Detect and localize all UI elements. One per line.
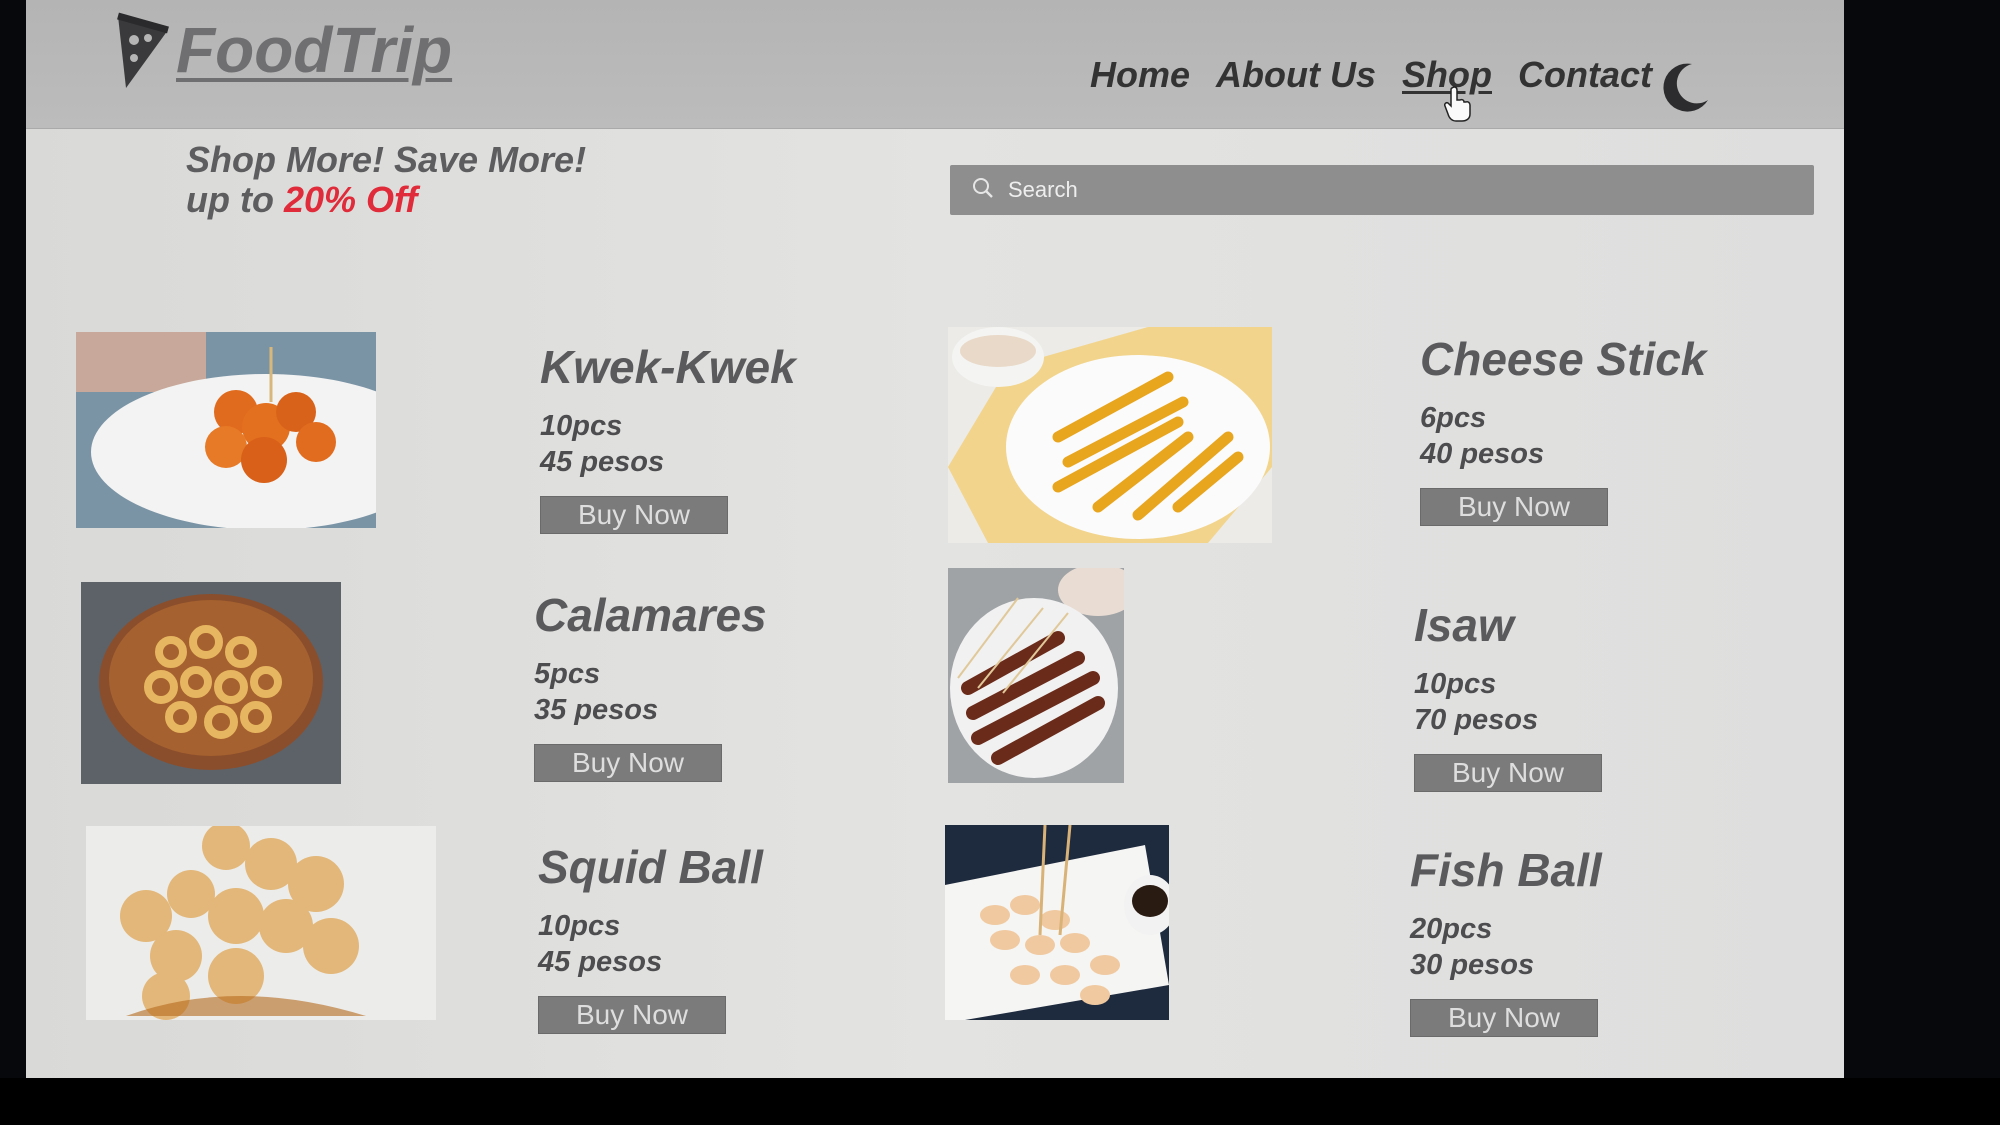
product-qty: 10pcs — [538, 910, 621, 942]
buy-now-button[interactable]: Buy Now — [1410, 999, 1598, 1037]
product-price: 35 pesos — [534, 694, 659, 726]
buy-now-button[interactable]: Buy Now — [538, 996, 726, 1034]
screen-bezel — [0, 1078, 2000, 1125]
product-qty: 10pcs — [1414, 668, 1497, 700]
product-card-squid-ball: Squid Ball 10pcs 45 pesos Buy Now — [538, 840, 763, 1034]
product-qty: 6pcs — [1420, 402, 1487, 434]
search-input[interactable] — [1006, 176, 1770, 204]
cheese-stick-image — [948, 327, 1272, 543]
search-icon — [972, 177, 994, 204]
product-name: Calamares — [534, 589, 767, 641]
buy-now-button[interactable]: Buy Now — [1420, 488, 1608, 526]
search-bar — [950, 165, 1814, 215]
product-price: 30 pesos — [1410, 949, 1535, 981]
promo-subline: up to 20% Off — [186, 180, 586, 220]
brand-name: FoodTrip — [176, 14, 453, 86]
product-qty: 20pcs — [1410, 913, 1493, 945]
buy-now-button[interactable]: Buy Now — [540, 496, 728, 534]
nav-about-us[interactable]: About Us — [1216, 54, 1376, 96]
promo-headline: Shop More! Save More! — [186, 139, 587, 180]
nav-contact[interactable]: Contact — [1518, 54, 1652, 96]
product-price: 70 pesos — [1414, 704, 1539, 736]
buy-now-button[interactable]: Buy Now — [1414, 754, 1602, 792]
nav-home[interactable]: Home — [1090, 54, 1190, 96]
product-name: Cheese Stick — [1420, 333, 1707, 385]
pizza-slice-icon — [114, 10, 172, 90]
product-name: Squid Ball — [538, 841, 763, 893]
browser-viewport: FoodTrip Home About Us Shop Contact Shop… — [26, 0, 1844, 1078]
product-price: 40 pesos — [1420, 438, 1545, 470]
product-card-fish-ball: Fish Ball 20pcs 30 pesos Buy Now — [1410, 843, 1602, 1037]
fish-ball-image — [945, 825, 1169, 1020]
product-qty: 5pcs — [534, 658, 601, 690]
squid-ball-image — [86, 826, 436, 1020]
product-card-isaw: Isaw 10pcs 70 pesos Buy Now — [1414, 598, 1602, 792]
promo-discount: 20% Off — [283, 179, 418, 220]
promo-prefix: up to — [186, 179, 274, 220]
navbar: FoodTrip Home About Us Shop Contact — [26, 0, 1844, 129]
product-name: Kwek-Kwek — [540, 341, 796, 393]
promo-banner: Shop More! Save More! up to 20% Off — [186, 140, 586, 220]
isaw-image — [948, 568, 1124, 783]
product-name: Isaw — [1414, 599, 1514, 651]
kwek-kwek-image — [76, 332, 376, 528]
product-card-kwek-kwek: Kwek-Kwek 10pcs 45 pesos Buy Now — [540, 340, 796, 534]
product-qty: 10pcs — [540, 410, 623, 442]
product-card-cheese-stick: Cheese Stick 6pcs 40 pesos Buy Now — [1420, 332, 1706, 526]
product-name: Fish Ball — [1410, 844, 1602, 896]
product-price: 45 pesos — [538, 946, 663, 978]
moon-icon[interactable] — [1658, 60, 1712, 119]
logo[interactable]: FoodTrip — [114, 10, 452, 90]
hand-cursor-icon — [1444, 86, 1472, 127]
main-nav: Home About Us Shop Contact — [1090, 54, 1652, 96]
calamares-image — [81, 582, 341, 784]
product-card-calamares: Calamares 5pcs 35 pesos Buy Now — [534, 588, 767, 782]
product-price: 45 pesos — [540, 446, 665, 478]
buy-now-button[interactable]: Buy Now — [534, 744, 722, 782]
